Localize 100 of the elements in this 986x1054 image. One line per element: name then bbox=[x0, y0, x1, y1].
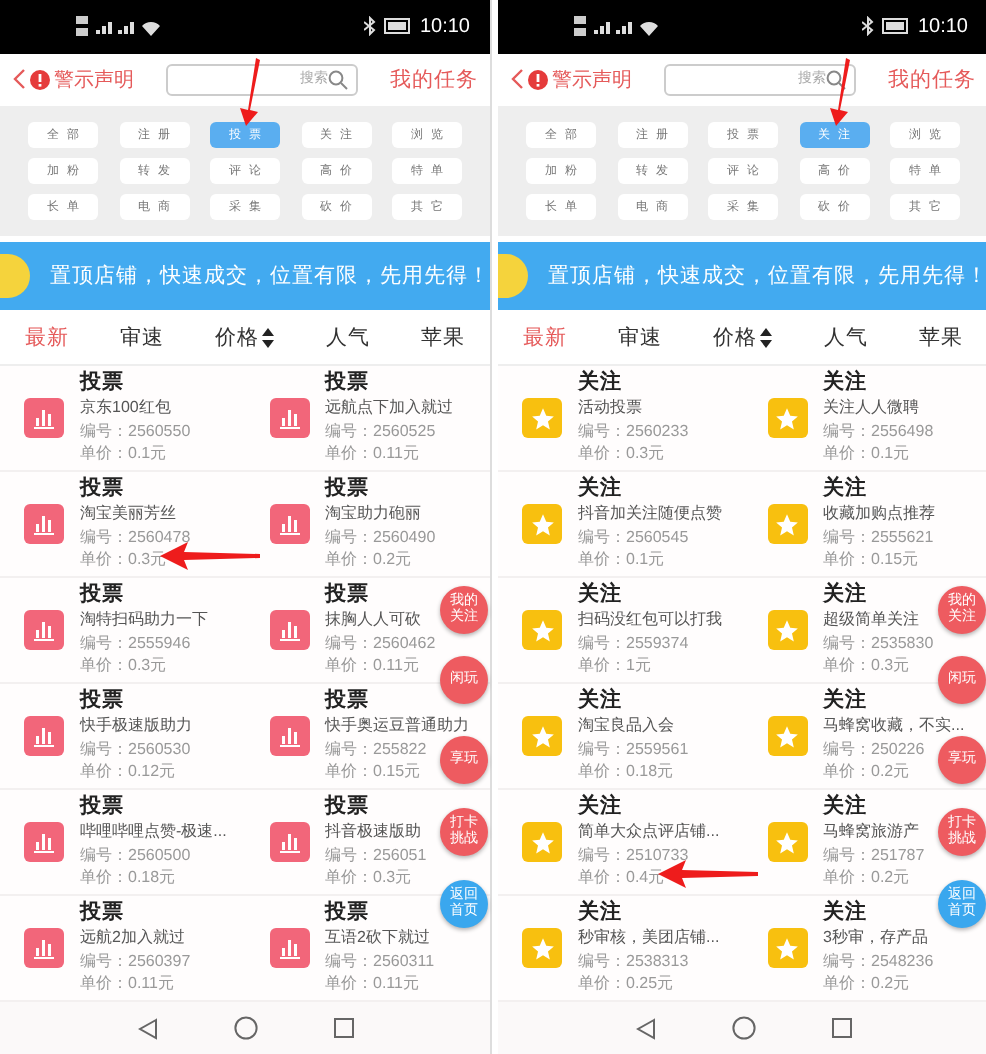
task-type: 关注 bbox=[823, 794, 867, 821]
home-circle-icon[interactable] bbox=[731, 1016, 755, 1041]
recents-square-icon[interactable] bbox=[831, 1018, 851, 1039]
sort-tab[interactable]: 审速 bbox=[116, 323, 169, 352]
sort-icon bbox=[262, 327, 275, 348]
task-card[interactable]: 投票 哔哩哔哩点赞-极速... 编号：2560500 单价：0.18元 bbox=[0, 790, 245, 897]
task-title: 快手奥运豆普通助力 bbox=[325, 714, 469, 738]
task-card[interactable]: 投票 快手极速版助力 编号：2560530 单价：0.12元 bbox=[0, 684, 245, 791]
promo-banner[interactable]: 置顶店铺，快速成交，位置有限，先用先得！ bbox=[498, 241, 986, 311]
task-type: 投票 bbox=[80, 476, 124, 503]
task-type: 关注 bbox=[578, 688, 622, 715]
home-circle-icon[interactable] bbox=[233, 1016, 257, 1041]
chevron-left-icon bbox=[12, 68, 26, 91]
task-title: 淘特扫码助力一下 bbox=[80, 608, 208, 632]
sort-tab[interactable]: 人气 bbox=[819, 323, 872, 352]
task-price: 单价：0.12元 bbox=[80, 760, 176, 784]
sort-icon bbox=[760, 327, 773, 348]
back-triangle-icon[interactable] bbox=[137, 1017, 157, 1040]
task-card[interactable]: 关注 扫码没红包可以打我 编号：2559374 单价：1元 bbox=[498, 578, 743, 685]
bar-chart-icon bbox=[24, 822, 64, 863]
sort-tab[interactable]: 最新 bbox=[21, 323, 74, 352]
bar-chart-icon bbox=[269, 822, 309, 863]
task-card[interactable]: 投票 远航2加入就过 编号：2560397 单价：0.11元 bbox=[0, 896, 245, 1003]
task-card[interactable]: 关注 收藏加购点推荐 编号：2555621 单价：0.15元 bbox=[743, 472, 986, 579]
task-number: 编号：2555621 bbox=[823, 525, 934, 549]
task-card[interactable]: 关注 关注人人微聘 编号：2556498 单价：0.1元 bbox=[743, 366, 986, 473]
sort-tab[interactable]: 人气 bbox=[321, 323, 374, 352]
task-title: 活动投票 bbox=[578, 396, 642, 420]
bar-chart-icon bbox=[24, 504, 64, 545]
task-type: 关注 bbox=[823, 476, 867, 503]
task-title: 马蜂窝旅游产 bbox=[823, 820, 919, 844]
task-price: 单价：0.1元 bbox=[823, 442, 910, 466]
bar-chart-icon bbox=[24, 928, 64, 969]
task-title: 互语2砍下就过 bbox=[325, 926, 430, 950]
task-number: 编号：2560490 bbox=[325, 525, 436, 549]
task-type: 投票 bbox=[325, 476, 369, 503]
task-type: 关注 bbox=[578, 582, 622, 609]
promo-banner[interactable]: 置顶店铺，快速成交，位置有限，先用先得！ bbox=[0, 241, 490, 311]
my-tasks-link[interactable]: 我的任务 bbox=[888, 65, 976, 94]
task-title: 3秒审，存产品 bbox=[823, 926, 928, 950]
task-card[interactable]: 投票 淘宝助力砲丽 编号：2560490 单价：0.2元 bbox=[245, 472, 490, 579]
task-number: 编号：2560545 bbox=[578, 525, 689, 549]
task-card[interactable]: 关注 淘宝良品入会 编号：2559561 单价：0.18元 bbox=[498, 684, 743, 791]
task-title: 简单大众点评店铺... bbox=[578, 820, 720, 844]
task-card[interactable]: 关注 抖音加关注随便点赞 编号：2560545 单价：0.1元 bbox=[498, 472, 743, 579]
sort-tab[interactable]: 审速 bbox=[614, 323, 667, 352]
bar-chart-icon bbox=[269, 716, 309, 757]
task-price: 单价：0.25元 bbox=[578, 972, 674, 996]
back-label: 警示声明 bbox=[552, 67, 632, 94]
task-title: 扫码没红包可以打我 bbox=[578, 608, 722, 632]
task-type: 关注 bbox=[578, 794, 622, 821]
sort-tab[interactable]: 价格 bbox=[210, 323, 279, 352]
recents-square-icon[interactable] bbox=[333, 1018, 353, 1039]
task-type: 投票 bbox=[325, 688, 369, 715]
task-title: 淘宝美丽芳丝 bbox=[80, 502, 176, 526]
task-number: 编号：2510733 bbox=[578, 843, 689, 867]
task-number: 编号：251787 bbox=[823, 843, 925, 867]
sort-tab[interactable]: 价格 bbox=[708, 323, 777, 352]
task-title: 抹胸人人可砍 bbox=[325, 608, 421, 632]
task-title: 收藏加购点推荐 bbox=[823, 502, 935, 526]
battery-icon bbox=[383, 18, 412, 35]
task-number: 编号：2548236 bbox=[823, 949, 934, 973]
task-number: 编号：2560478 bbox=[80, 525, 191, 549]
signal-icon bbox=[574, 14, 662, 39]
task-title: 快手极速版助力 bbox=[80, 714, 192, 738]
sort-tab[interactable]: 苹果 bbox=[416, 323, 469, 352]
clock-time: 10:10 bbox=[917, 15, 968, 38]
back-triangle-icon[interactable] bbox=[635, 1017, 655, 1040]
bar-chart-icon bbox=[24, 398, 64, 439]
task-card[interactable]: 投票 淘特扫码助力一下 编号：2555946 单价：0.3元 bbox=[0, 578, 245, 685]
task-number: 编号：2560311 bbox=[325, 949, 435, 973]
banner-badge bbox=[0, 254, 30, 298]
sort-tab[interactable]: 苹果 bbox=[914, 323, 967, 352]
task-card[interactable]: 关注 秒审核，美团店铺... 编号：2538313 单价：0.25元 bbox=[498, 896, 743, 1003]
task-number: 编号：2559561 bbox=[578, 737, 689, 761]
task-title: 哔哩哔哩点赞-极速... bbox=[80, 820, 227, 844]
task-title: 淘宝良品入会 bbox=[578, 714, 674, 738]
task-card[interactable]: 投票 远航点下加入就过 编号：2560525 单价：0.11元 bbox=[245, 366, 490, 473]
task-type: 投票 bbox=[80, 900, 124, 927]
task-card[interactable]: 投票 京东100红包 编号：2560550 单价：0.1元 bbox=[0, 366, 245, 473]
bar-chart-icon bbox=[24, 716, 64, 757]
task-price: 单价：0.2元 bbox=[823, 972, 910, 996]
task-price: 单价：0.1元 bbox=[578, 548, 665, 572]
task-number: 编号：2560462 bbox=[325, 631, 436, 655]
back-button[interactable]: 警示声明 bbox=[510, 65, 632, 94]
back-button[interactable]: 警示声明 bbox=[12, 65, 134, 94]
task-type: 关注 bbox=[578, 900, 622, 927]
task-type: 投票 bbox=[80, 370, 124, 397]
task-price: 单价：0.18元 bbox=[80, 866, 176, 890]
sort-tab[interactable]: 最新 bbox=[519, 323, 572, 352]
my-tasks-link[interactable]: 我的任务 bbox=[390, 65, 478, 94]
task-card[interactable]: 关注 活动投票 编号：2560233 单价：0.3元 bbox=[498, 366, 743, 473]
search-icon bbox=[826, 69, 846, 90]
task-price: 单价：0.11元 bbox=[325, 972, 419, 996]
bar-chart-icon bbox=[24, 610, 64, 651]
search-icon bbox=[328, 69, 348, 90]
task-price: 单价：0.3元 bbox=[80, 654, 167, 678]
task-type: 关注 bbox=[578, 370, 622, 397]
task-title: 淘宝助力砲丽 bbox=[325, 502, 421, 526]
bluetooth-icon bbox=[861, 16, 874, 37]
